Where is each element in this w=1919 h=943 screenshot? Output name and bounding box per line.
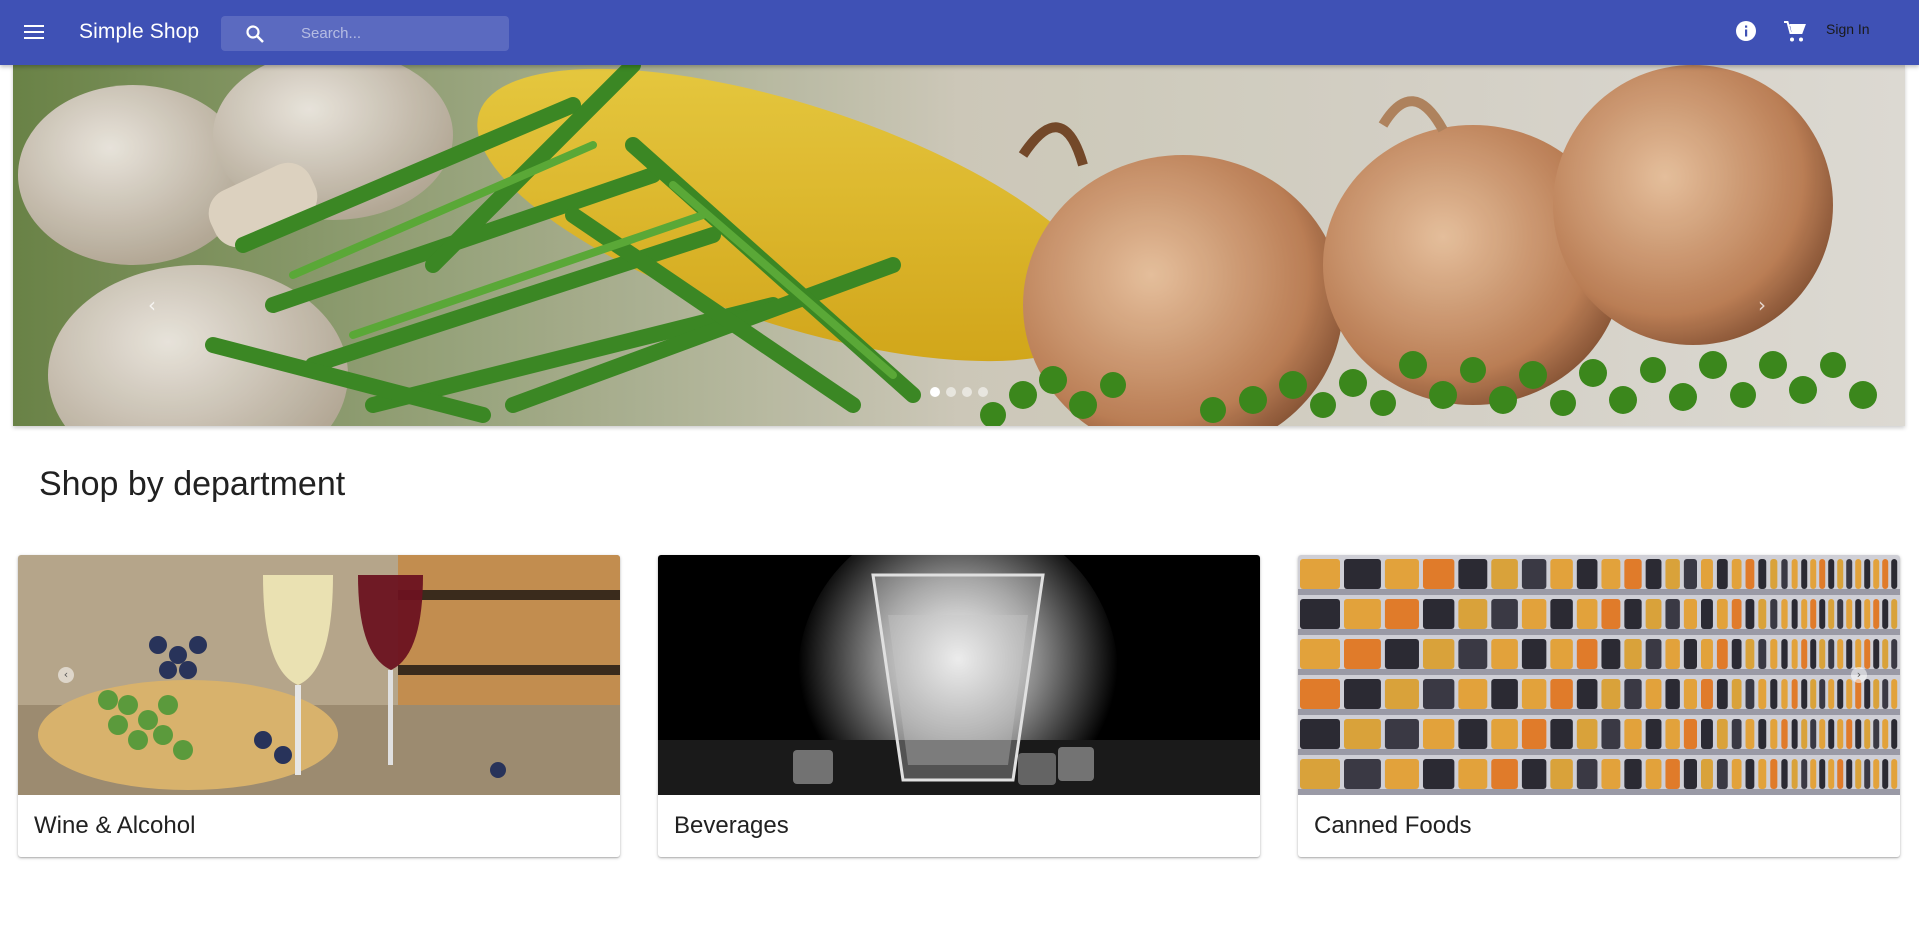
department-label: Wine & Alcohol	[34, 812, 196, 839]
canned-foods-image	[1298, 555, 1900, 795]
beverages-image	[658, 555, 1260, 795]
card-prev-arrow[interactable]: ‹	[58, 667, 74, 683]
hero-carousel[interactable]: ‹ ›	[13, 65, 1905, 426]
carousel-dot[interactable]	[962, 387, 972, 397]
department-card-beverages[interactable]: Beverages	[658, 555, 1260, 857]
sign-in-button[interactable]: Sign In	[1826, 21, 1870, 37]
carousel-dot[interactable]	[930, 387, 940, 397]
search-box[interactable]	[221, 16, 509, 51]
department-label: Canned Foods	[1314, 812, 1472, 839]
cart-icon[interactable]	[1783, 20, 1809, 46]
search-input[interactable]	[301, 16, 501, 51]
carousel-dots	[930, 387, 988, 397]
card-next-arrow[interactable]: ›	[1851, 667, 1867, 683]
department-card-canned[interactable]: › Canned Foods	[1298, 555, 1900, 857]
app-bar: Simple Shop Sign In	[0, 0, 1919, 65]
department-label: Beverages	[674, 812, 789, 839]
app-title[interactable]: Simple Shop	[79, 20, 199, 44]
carousel-dot[interactable]	[978, 387, 988, 397]
hero-prev-arrow[interactable]: ‹	[148, 293, 168, 319]
wine-image	[18, 555, 620, 795]
department-card-wine[interactable]: ‹ Wine & Alcohol	[18, 555, 620, 857]
search-icon	[246, 25, 264, 43]
hero-vegetables-image	[13, 65, 1905, 426]
carousel-dot[interactable]	[946, 387, 956, 397]
menu-icon[interactable]	[16, 14, 52, 50]
info-icon[interactable]	[1735, 20, 1761, 46]
hero-next-arrow[interactable]: ›	[1758, 293, 1778, 319]
section-title: Shop by department	[39, 465, 346, 503]
